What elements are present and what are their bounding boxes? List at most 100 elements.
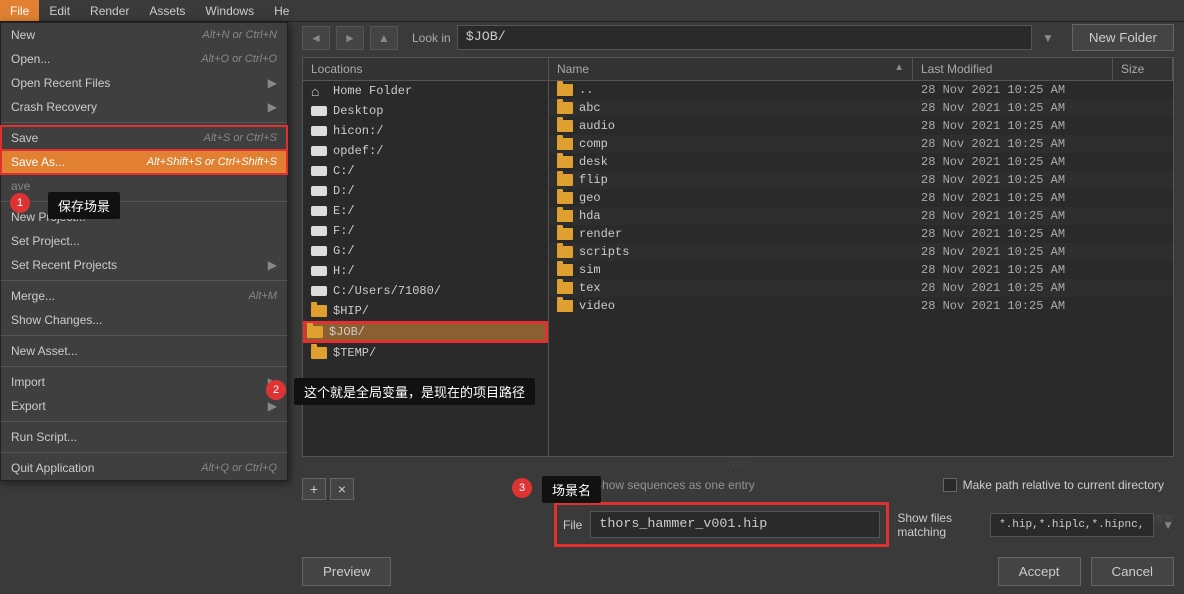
filemenu-item[interactable]: Open Recent Files▶ — [1, 71, 287, 95]
filemenu-item[interactable]: SaveAlt+S or Ctrl+S — [1, 126, 287, 150]
filemenu-item[interactable]: Crash Recovery▶ — [1, 95, 287, 119]
filemenu-item[interactable]: Open...Alt+O or Ctrl+O — [1, 47, 287, 71]
folder-icon — [557, 264, 573, 276]
folder-icon — [557, 84, 573, 96]
folder-icon — [557, 210, 573, 222]
annotation-tooltip-1: 保存场景 — [48, 192, 120, 219]
preview-button[interactable]: Preview — [302, 557, 391, 586]
folder-icon — [557, 282, 573, 294]
filename-input[interactable] — [590, 511, 880, 538]
annotation-tooltip-3: 场景名 — [542, 476, 601, 503]
drive-icon — [311, 146, 327, 156]
filemenu-item[interactable]: Import▶ — [1, 370, 287, 394]
nav-back-button[interactable]: ◄ — [302, 26, 330, 50]
bottom-controls: + × Show sequences as one entry Make pat… — [292, 470, 1184, 594]
menu-assets[interactable]: Assets — [139, 0, 195, 21]
folder-icon — [557, 138, 573, 150]
save-dialog: ◄ ► ▲ Look in ▼ New Folder Locations Hom… — [292, 0, 1184, 587]
menu-help[interactable]: He — [264, 0, 299, 21]
folder-icon — [557, 102, 573, 114]
file-row[interactable]: video28 Nov 2021 10:25 AM — [549, 297, 1173, 315]
drive-icon — [311, 286, 327, 296]
file-menu-dropdown: NewAlt+N or Ctrl+NOpen...Alt+O or Ctrl+O… — [0, 22, 288, 481]
nav-forward-button[interactable]: ► — [336, 26, 364, 50]
drive-icon — [311, 106, 327, 116]
filemenu-item[interactable]: Quit ApplicationAlt+Q or Ctrl+Q — [1, 456, 287, 480]
lookin-label: Look in — [412, 31, 451, 45]
location-item[interactable]: C:/Users/71080/ — [303, 281, 548, 301]
drive-icon — [311, 246, 327, 256]
menu-render[interactable]: Render — [80, 0, 139, 21]
relative-path-checkbox[interactable]: Make path relative to current directory — [943, 478, 1164, 492]
menu-edit[interactable]: Edit — [39, 0, 80, 21]
menu-windows[interactable]: Windows — [195, 0, 264, 21]
drive-icon — [311, 126, 327, 136]
folder-icon — [557, 246, 573, 258]
cancel-button[interactable]: Cancel — [1091, 557, 1175, 586]
file-row[interactable]: geo28 Nov 2021 10:25 AM — [549, 189, 1173, 207]
new-folder-button[interactable]: New Folder — [1072, 24, 1174, 51]
file-row[interactable]: render28 Nov 2021 10:25 AM — [549, 225, 1173, 243]
location-item[interactable]: C:/ — [303, 161, 548, 181]
col-size[interactable]: Size — [1113, 58, 1173, 80]
folder-icon — [307, 326, 323, 338]
lookin-input[interactable] — [457, 25, 1032, 50]
file-row[interactable]: ..28 Nov 2021 10:25 AM — [549, 81, 1173, 99]
filemenu-item[interactable]: Run Script... — [1, 425, 287, 449]
filemenu-item[interactable]: New Asset... — [1, 339, 287, 363]
file-row[interactable]: tex28 Nov 2021 10:25 AM — [549, 279, 1173, 297]
resize-handle[interactable]: ::::: — [292, 457, 1184, 470]
location-item[interactable]: $TEMP/ — [303, 343, 548, 363]
filemenu-item[interactable]: Export▶ — [1, 394, 287, 418]
location-item[interactable]: Desktop — [303, 101, 548, 121]
watermark: 博客 — [1152, 511, 1174, 527]
location-item[interactable]: Home Folder — [303, 81, 548, 101]
drive-icon — [311, 206, 327, 216]
menu-file[interactable]: File — [0, 0, 39, 21]
folder-icon — [557, 120, 573, 132]
show-sequences-checkbox[interactable]: Show sequences as one entry — [574, 478, 755, 492]
filemenu-item[interactable]: Set Recent Projects▶ — [1, 253, 287, 277]
file-row[interactable]: audio28 Nov 2021 10:25 AM — [549, 117, 1173, 135]
file-label: File — [563, 518, 582, 532]
file-list[interactable]: ..28 Nov 2021 10:25 AMabc28 Nov 2021 10:… — [549, 81, 1173, 456]
filter-input[interactable] — [990, 513, 1154, 537]
location-item[interactable]: E:/ — [303, 201, 548, 221]
folder-icon — [557, 174, 573, 186]
filemenu-item[interactable]: Set Project... — [1, 229, 287, 253]
remove-location-button[interactable]: × — [330, 478, 354, 500]
location-item[interactable]: $HIP/ — [303, 301, 548, 321]
col-modified[interactable]: Last Modified — [913, 58, 1113, 80]
location-item[interactable]: H:/ — [303, 261, 548, 281]
filemenu-item[interactable]: New Project... — [1, 205, 287, 229]
annotation-badge-3: 3 — [512, 478, 532, 498]
location-item[interactable]: $JOB/ — [303, 321, 548, 343]
file-row[interactable]: scripts28 Nov 2021 10:25 AM — [549, 243, 1173, 261]
filemenu-item[interactable]: Show Changes... — [1, 308, 287, 332]
folder-icon — [557, 192, 573, 204]
add-location-button[interactable]: + — [302, 478, 326, 500]
nav-up-button[interactable]: ▲ — [370, 26, 398, 50]
accept-button[interactable]: Accept — [998, 557, 1081, 586]
location-item[interactable]: hicon:/ — [303, 121, 548, 141]
col-name[interactable]: Name▲ — [549, 58, 913, 80]
filemenu-item[interactable]: NewAlt+N or Ctrl+N — [1, 23, 287, 47]
folder-icon — [557, 300, 573, 312]
folder-icon — [557, 228, 573, 240]
file-row[interactable]: sim28 Nov 2021 10:25 AM — [549, 261, 1173, 279]
filemenu-item[interactable]: Save As...Alt+Shift+S or Ctrl+Shift+S — [1, 150, 287, 174]
location-item[interactable]: F:/ — [303, 221, 548, 241]
location-item[interactable]: D:/ — [303, 181, 548, 201]
location-item[interactable]: opdef:/ — [303, 141, 548, 161]
location-item[interactable]: G:/ — [303, 241, 548, 261]
file-row[interactable]: abc28 Nov 2021 10:25 AM — [549, 99, 1173, 117]
filemenu-item[interactable]: Merge...Alt+M — [1, 284, 287, 308]
folder-icon — [557, 156, 573, 168]
file-row[interactable]: flip28 Nov 2021 10:25 AM — [549, 171, 1173, 189]
filemenu-item[interactable]: ave — [1, 174, 287, 198]
file-row[interactable]: hda28 Nov 2021 10:25 AM — [549, 207, 1173, 225]
filter-label: Show files matching — [897, 511, 982, 539]
file-row[interactable]: comp28 Nov 2021 10:25 AM — [549, 135, 1173, 153]
file-row[interactable]: desk28 Nov 2021 10:25 AM — [549, 153, 1173, 171]
locations-header: Locations — [303, 58, 548, 81]
